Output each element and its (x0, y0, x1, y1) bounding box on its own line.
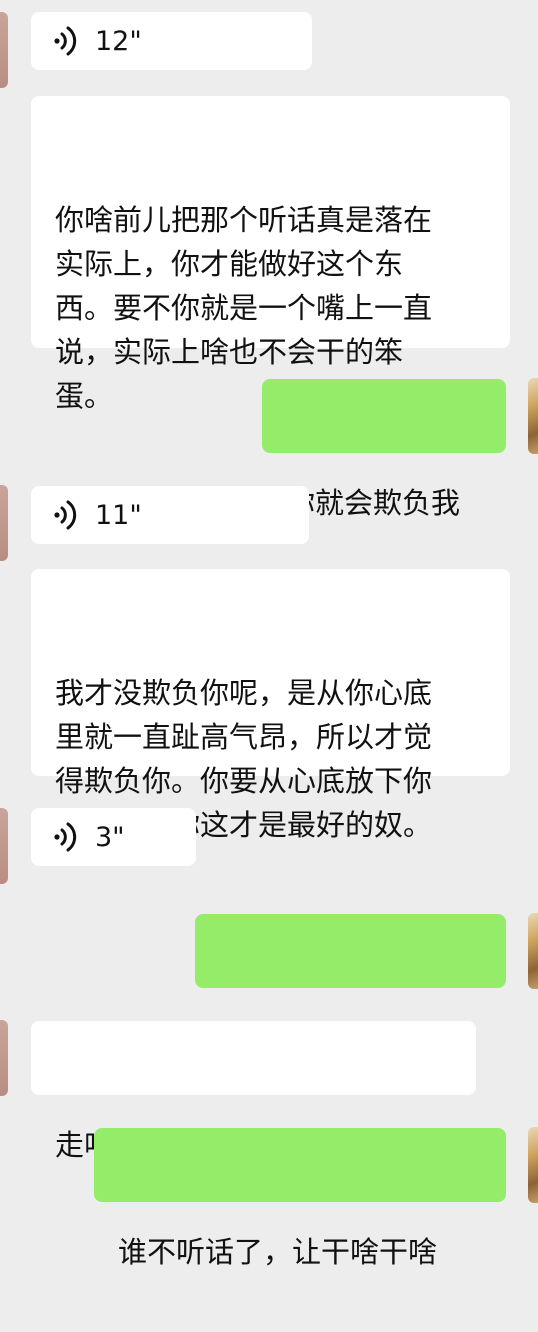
contact-avatar[interactable] (0, 12, 8, 88)
voice-duration: 3" (95, 821, 125, 853)
outgoing-text-message[interactable]: 谁不听话了，让干啥干啥 (94, 1128, 506, 1269)
voice-message[interactable]: 12" (31, 12, 312, 70)
voice-wave-icon (54, 822, 77, 852)
voice-message[interactable]: 11" (31, 486, 309, 544)
incoming-text-message[interactable]: 走吧，什么时候听话再回来 (31, 1021, 476, 1162)
contact-avatar[interactable] (0, 485, 8, 561)
voice-wave-icon (54, 26, 77, 56)
contact-avatar[interactable] (0, 1020, 8, 1096)
self-avatar[interactable] (528, 913, 538, 989)
contact-avatar[interactable] (0, 808, 8, 884)
voice-wave-icon (54, 500, 77, 530)
incoming-text-message[interactable]: 我才没欺负你呢，是从你心底 里就一直趾高气昂，所以才觉 得欺负你。你要从心底放下… (31, 569, 510, 842)
outgoing-text-message[interactable]: 你就会欺负我 (262, 379, 506, 520)
voice-duration: 12" (95, 25, 142, 57)
message-text: 谁不听话了，让干啥干啥 (118, 1235, 438, 1269)
voice-duration: 11" (95, 499, 142, 531)
self-avatar[interactable] (528, 1127, 538, 1203)
self-avatar[interactable] (528, 378, 538, 454)
outgoing-text-message[interactable]: 再见，离家出走了 (195, 914, 506, 1055)
voice-message[interactable]: 3" (31, 808, 196, 866)
incoming-text-message[interactable]: 你啥前儿把那个听话真是落在 实际上，你才能做好这个东 西。要不你就是一个嘴上一直… (31, 96, 510, 413)
